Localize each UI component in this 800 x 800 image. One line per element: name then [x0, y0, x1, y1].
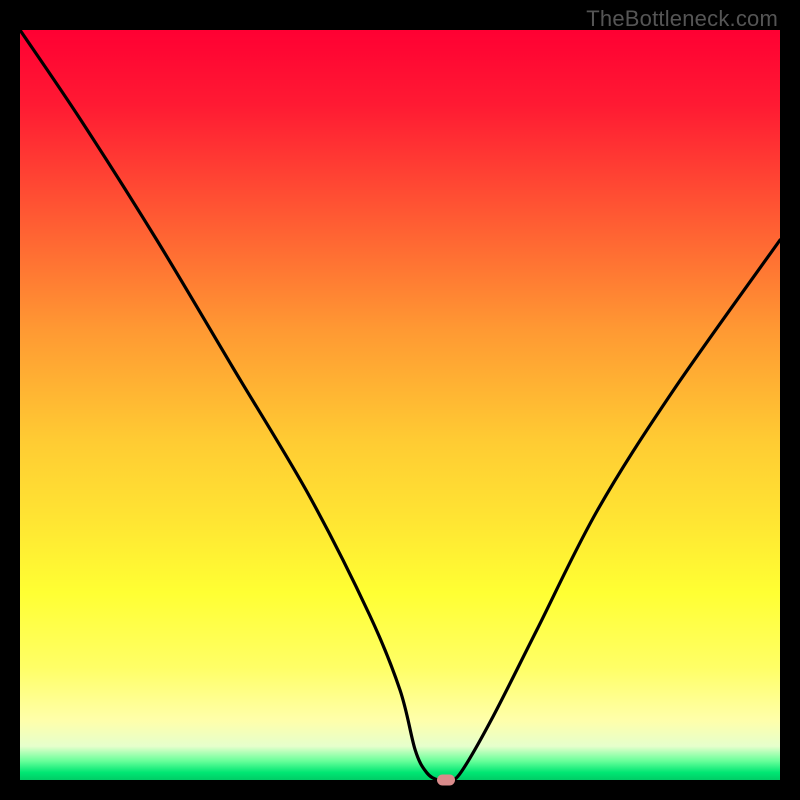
minimum-marker	[437, 775, 455, 786]
watermark-text: TheBottleneck.com	[586, 6, 778, 32]
chart-frame: TheBottleneck.com	[0, 0, 800, 800]
bottleneck-curve	[20, 30, 780, 780]
plot-area	[20, 30, 780, 780]
